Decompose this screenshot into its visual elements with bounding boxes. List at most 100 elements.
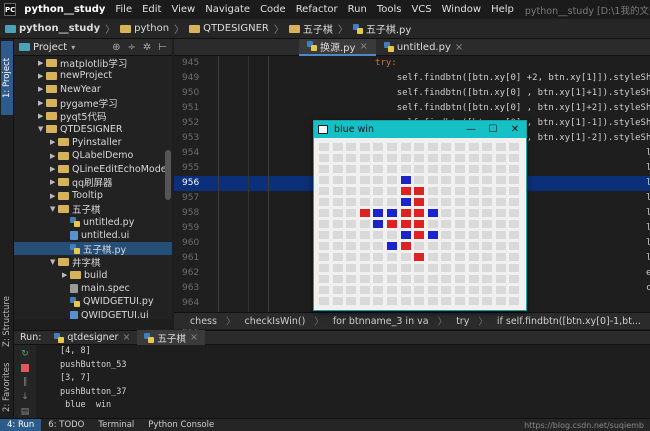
board-cell[interactable] — [482, 297, 493, 305]
blue-stone[interactable] — [427, 209, 438, 217]
tree-folder[interactable]: ▼ 五子棋 — [14, 202, 172, 216]
expand-right-icon[interactable]: ▶ — [50, 138, 58, 146]
board-cell[interactable] — [468, 209, 479, 217]
expand-right-icon[interactable]: ▶ — [50, 152, 58, 160]
tree-folder[interactable]: ▶ newProject — [14, 69, 172, 82]
tree-scrollbar[interactable] — [165, 150, 171, 200]
project-tool-icon[interactable]: ⊕ — [112, 42, 120, 53]
board-cell[interactable] — [332, 143, 343, 151]
board-cell[interactable] — [495, 286, 506, 294]
red-stone[interactable] — [359, 209, 370, 217]
board-cell[interactable] — [509, 165, 520, 173]
board-cell[interactable] — [482, 220, 493, 228]
board-cell[interactable] — [387, 143, 397, 151]
menu-run[interactable]: Run — [343, 4, 372, 15]
blue-stone[interactable] — [427, 231, 438, 239]
board-cell[interactable] — [509, 253, 520, 261]
board-cell[interactable] — [414, 143, 425, 151]
board-cell[interactable] — [400, 143, 411, 151]
board-cell[interactable] — [468, 143, 479, 151]
board-cell[interactable] — [359, 253, 370, 261]
red-stone[interactable] — [400, 187, 411, 195]
board-cell[interactable] — [346, 253, 357, 261]
board-cell[interactable] — [441, 242, 452, 250]
tree-folder[interactable]: ▶ QLineEditEchoMode — [14, 162, 172, 175]
board-cell[interactable] — [319, 220, 329, 228]
board-cell[interactable] — [387, 231, 397, 239]
board-cell[interactable] — [332, 275, 343, 283]
blue-stone[interactable] — [387, 242, 397, 250]
board-cell[interactable] — [387, 264, 397, 272]
board-cell[interactable] — [509, 264, 520, 272]
board-cell[interactable] — [387, 154, 397, 162]
board-cell[interactable] — [319, 231, 329, 239]
board-cell[interactable] — [332, 209, 343, 217]
board-cell[interactable] — [346, 209, 357, 217]
board-cell[interactable] — [509, 209, 520, 217]
board-cell[interactable] — [373, 275, 384, 283]
board-cell[interactable] — [319, 264, 329, 272]
board-cell[interactable] — [468, 187, 479, 195]
board-cell[interactable] — [509, 286, 520, 294]
board-cell[interactable] — [373, 242, 384, 250]
board-cell[interactable] — [495, 231, 506, 239]
expand-down-icon[interactable]: ▼ — [50, 205, 58, 213]
run-console[interactable]: [4, 8] pushButton_53 [3, 7] pushButton_37 b… — [36, 345, 650, 418]
board-cell[interactable] — [427, 143, 438, 151]
board-cell[interactable] — [509, 242, 520, 250]
structure-tool-tab[interactable]: Z: Structure — [1, 291, 13, 353]
board-cell[interactable] — [332, 286, 343, 294]
board-cell[interactable] — [427, 242, 438, 250]
stop-icon[interactable] — [21, 364, 29, 372]
board-cell[interactable] — [468, 275, 479, 283]
board-cell[interactable] — [373, 286, 384, 294]
board-cell[interactable] — [387, 198, 397, 206]
project-tree[interactable]: ▶ matplotlib学习 ▶ newProject ▶ NewYear ▶ pygame学… — [14, 56, 172, 319]
board-cell[interactable] — [387, 286, 397, 294]
board-cell[interactable] — [319, 187, 329, 195]
blue-stone[interactable] — [400, 198, 411, 206]
board-cell[interactable] — [346, 275, 357, 283]
board-cell[interactable] — [373, 165, 384, 173]
board-cell[interactable] — [509, 231, 520, 239]
tree-folder[interactable]: ▶ qq刷屏器 — [14, 176, 172, 189]
menu-code[interactable]: Code — [255, 4, 291, 15]
board-cell[interactable] — [441, 187, 452, 195]
tree-folder[interactable]: ▶ Pyinstaller — [14, 136, 172, 149]
red-stone[interactable] — [414, 231, 425, 239]
code-crumb[interactable]: for btnname_3 in va — [324, 316, 438, 327]
code-line[interactable]: self.findbtn([btn.xy[0] , btn.xy[1]+1]).… — [249, 86, 650, 101]
board-cell[interactable] — [495, 198, 506, 206]
code-line[interactable]: self.findbtn([btn.xy[0] +2, btn.xy[1]]).… — [249, 71, 650, 86]
board-cell[interactable] — [414, 242, 425, 250]
board-cell[interactable] — [468, 264, 479, 272]
menu-refactor[interactable]: Refactor — [291, 4, 343, 15]
board-cell[interactable] — [427, 198, 438, 206]
close-tab-icon[interactable]: × — [190, 332, 198, 343]
board-cell[interactable] — [346, 220, 357, 228]
board-cell[interactable] — [346, 187, 357, 195]
board-cell[interactable] — [482, 176, 493, 184]
menu-vcs[interactable]: VCS — [406, 4, 436, 15]
tool-window-button[interactable]: Terminal — [91, 419, 141, 431]
tree-file[interactable]: main.spec — [14, 282, 172, 295]
board-cell[interactable] — [346, 264, 357, 272]
board-cell[interactable] — [427, 264, 438, 272]
board-cell[interactable] — [346, 242, 357, 250]
board-cell[interactable] — [495, 176, 506, 184]
board-cell[interactable] — [359, 198, 370, 206]
board-cell[interactable] — [319, 143, 329, 151]
board-cell[interactable] — [359, 187, 370, 195]
board-cell[interactable] — [455, 220, 465, 228]
board-cell[interactable] — [495, 275, 506, 283]
tree-folder[interactable]: ▶ pyqt5代码 — [14, 109, 172, 123]
board-cell[interactable] — [482, 286, 493, 294]
board-cell[interactable] — [414, 286, 425, 294]
board-cell[interactable] — [319, 275, 329, 283]
board-cell[interactable] — [495, 297, 506, 305]
board-cell[interactable] — [482, 253, 493, 261]
tree-folder[interactable]: ▶ NewYear — [14, 83, 172, 96]
tree-file[interactable]: QWIDGETUI.py — [14, 295, 172, 308]
board-cell[interactable] — [332, 198, 343, 206]
board-cell[interactable] — [482, 264, 493, 272]
